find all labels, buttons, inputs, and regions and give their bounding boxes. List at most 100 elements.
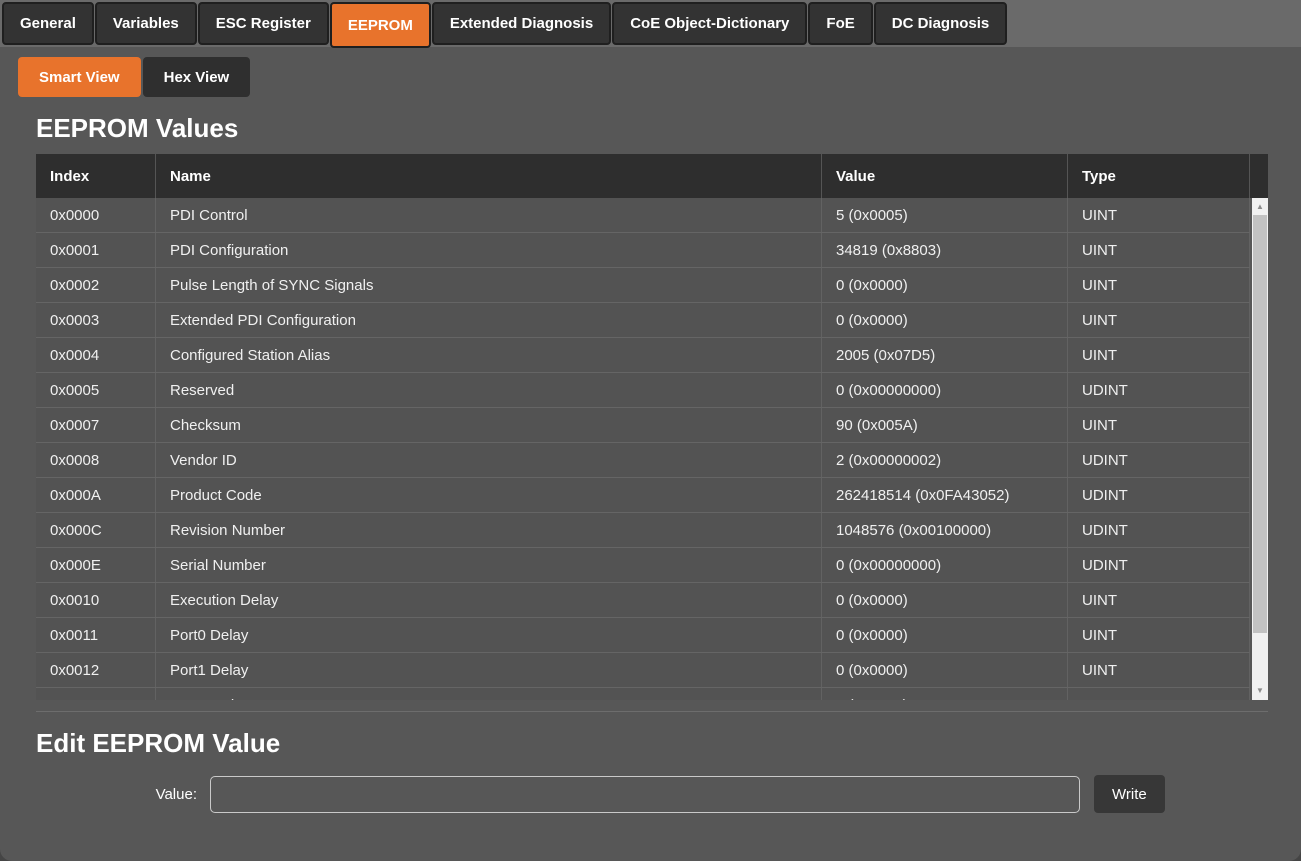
column-header-value: Value [822,154,1068,198]
cell-value: 0 (0x0000) [822,688,1068,700]
view-toggle: Smart ViewHex View [18,57,1301,97]
cell-name: PDI Control [156,198,822,232]
table-row[interactable]: 0x0013Reserved0 (0x0000)UINT [36,688,1250,700]
cell-type: UINT [1068,233,1250,267]
cell-name: Reserved [156,688,822,700]
cell-index: 0x0010 [36,583,156,617]
table-row[interactable]: 0x000ESerial Number0 (0x00000000)UDINT [36,548,1250,583]
cell-value: 34819 (0x8803) [822,233,1068,267]
table-row[interactable]: 0x0010Execution Delay0 (0x0000)UINT [36,583,1250,618]
cell-index: 0x0001 [36,233,156,267]
column-header-name: Name [156,154,822,198]
cell-index: 0x0008 [36,443,156,477]
cell-type: UINT [1068,688,1250,700]
tab-eeprom[interactable]: EEPROM [330,2,431,48]
cell-index: 0x0000 [36,198,156,232]
cell-type: UINT [1068,268,1250,302]
cell-name: Revision Number [156,513,822,547]
edit-eeprom-title: Edit EEPROM Value [36,726,1301,760]
cell-name: Serial Number [156,548,822,582]
table-row[interactable]: 0x0003Extended PDI Configuration0 (0x000… [36,303,1250,338]
cell-index: 0x0013 [36,688,156,700]
cell-type: UINT [1068,198,1250,232]
column-header-index: Index [36,154,156,198]
section-divider [36,711,1268,712]
cell-type: UINT [1068,303,1250,337]
cell-type: UINT [1068,653,1250,687]
cell-index: 0x0003 [36,303,156,337]
table-row[interactable]: 0x0002Pulse Length of SYNC Signals0 (0x0… [36,268,1250,303]
table-body: 0x0000PDI Control5 (0x0005)UINT0x0001PDI… [36,198,1268,700]
table-row[interactable]: 0x0008Vendor ID2 (0x00000002)UDINT [36,443,1250,478]
edit-eeprom-form: Value: Write [36,775,1301,813]
table-scrollbar[interactable]: ▲ ▼ [1252,198,1268,700]
cell-value: 0 (0x0000) [822,583,1068,617]
table-row[interactable]: 0x000CRevision Number1048576 (0x00100000… [36,513,1250,548]
tab-variables[interactable]: Variables [95,2,197,45]
cell-name: Vendor ID [156,443,822,477]
value-input[interactable] [210,776,1080,813]
cell-index: 0x0011 [36,618,156,652]
tab-extended-diagnosis[interactable]: Extended Diagnosis [432,2,611,45]
table-row[interactable]: 0x000AProduct Code262418514 (0x0FA43052)… [36,478,1250,513]
cell-value: 1048576 (0x00100000) [822,513,1068,547]
cell-index: 0x000E [36,548,156,582]
cell-index: 0x0005 [36,373,156,407]
cell-value: 0 (0x0000) [822,618,1068,652]
cell-value: 0 (0x00000000) [822,548,1068,582]
table-row[interactable]: 0x0001PDI Configuration34819 (0x8803)UIN… [36,233,1250,268]
cell-type: UDINT [1068,548,1250,582]
scroll-up-button[interactable]: ▲ [1252,199,1268,215]
cell-value: 262418514 (0x0FA43052) [822,478,1068,512]
scrollbar-thumb[interactable] [1253,215,1267,633]
table-row[interactable]: 0x0004Configured Station Alias2005 (0x07… [36,338,1250,373]
view-button-hex-view[interactable]: Hex View [143,57,251,97]
cell-index: 0x000A [36,478,156,512]
tab-general[interactable]: General [2,2,94,45]
table-rows: 0x0000PDI Control5 (0x0005)UINT0x0001PDI… [36,198,1250,700]
cell-type: UINT [1068,618,1250,652]
table-row[interactable]: 0x0007Checksum90 (0x005A)UINT [36,408,1250,443]
eeprom-table: Index Name Value Type 0x0000PDI Control5… [36,154,1268,700]
cell-name: Extended PDI Configuration [156,303,822,337]
cell-value: 2 (0x00000002) [822,443,1068,477]
cell-value: 0 (0x0000) [822,268,1068,302]
table-row[interactable]: 0x0011Port0 Delay0 (0x0000)UINT [36,618,1250,653]
table-header: Index Name Value Type [36,154,1268,198]
tab-coe-object-dictionary[interactable]: CoE Object-Dictionary [612,2,807,45]
cell-index: 0x0004 [36,338,156,372]
view-button-smart-view[interactable]: Smart View [18,57,141,97]
tab-foe[interactable]: FoE [808,2,872,45]
tab-esc-register[interactable]: ESC Register [198,2,329,45]
cell-type: UDINT [1068,443,1250,477]
cell-type: UINT [1068,408,1250,442]
cell-type: UINT [1068,583,1250,617]
table-row[interactable]: 0x0005Reserved0 (0x00000000)UDINT [36,373,1250,408]
cell-name: Reserved [156,373,822,407]
cell-index: 0x0002 [36,268,156,302]
table-row[interactable]: 0x0000PDI Control5 (0x0005)UINT [36,198,1250,233]
cell-value: 90 (0x005A) [822,408,1068,442]
cell-name: PDI Configuration [156,233,822,267]
cell-value: 5 (0x0005) [822,198,1068,232]
eeprom-values-title: EEPROM Values [36,111,1301,145]
cell-name: Execution Delay [156,583,822,617]
tab-dc-diagnosis[interactable]: DC Diagnosis [874,2,1008,45]
cell-type: UDINT [1068,373,1250,407]
cell-name: Product Code [156,478,822,512]
cell-value: 0 (0x00000000) [822,373,1068,407]
table-header-corner [1250,154,1268,198]
cell-index: 0x0007 [36,408,156,442]
cell-name: Port0 Delay [156,618,822,652]
cell-value: 2005 (0x07D5) [822,338,1068,372]
cell-value: 0 (0x0000) [822,303,1068,337]
table-row[interactable]: 0x0012Port1 Delay0 (0x0000)UINT [36,653,1250,688]
cell-name: Checksum [156,408,822,442]
scroll-down-button[interactable]: ▼ [1252,683,1268,699]
cell-index: 0x000C [36,513,156,547]
app-window: GeneralVariablesESC RegisterEEPROMExtend… [0,0,1301,861]
write-button[interactable]: Write [1094,775,1165,813]
tab-bar: GeneralVariablesESC RegisterEEPROMExtend… [0,0,1301,47]
cell-name: Configured Station Alias [156,338,822,372]
value-label: Value: [36,786,210,803]
